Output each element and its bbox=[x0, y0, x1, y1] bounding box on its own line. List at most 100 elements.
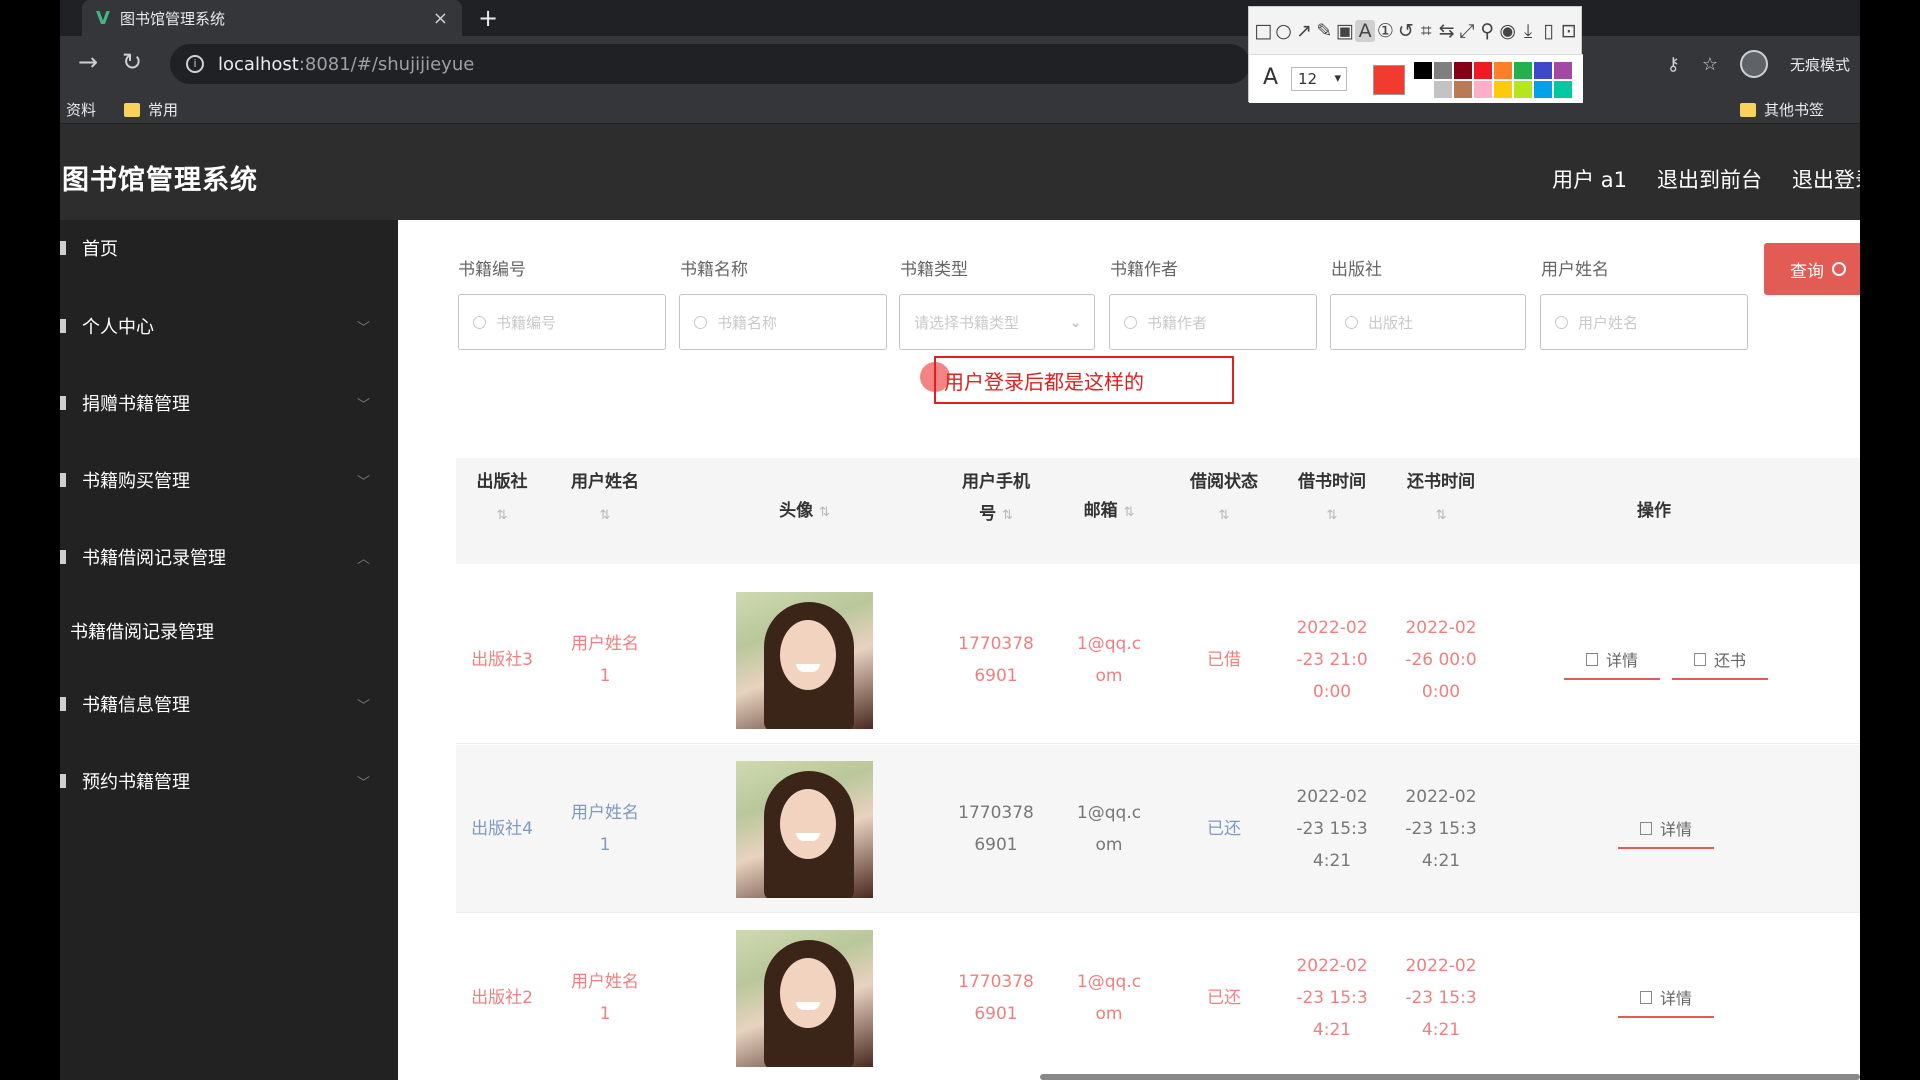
color-swatch[interactable] bbox=[1553, 80, 1573, 99]
color-swatch[interactable] bbox=[1493, 80, 1513, 99]
current-color-swatch[interactable] bbox=[1373, 65, 1405, 95]
col-header-username[interactable]: 用户姓名 ⇅ bbox=[550, 466, 660, 532]
sidebar-item-reservation[interactable]: 预约书籍管理 ﹀ bbox=[60, 753, 398, 809]
sidebar-item-book-info[interactable]: 书籍信息管理 ﹀ bbox=[60, 676, 398, 732]
logout-link[interactable]: 退出登录 bbox=[1792, 164, 1860, 194]
font-size-select[interactable]: 12 bbox=[1291, 67, 1347, 91]
username-input[interactable]: 用户姓名 bbox=[1540, 294, 1748, 350]
col-header-phone[interactable]: 用户手机 号 ⇅ bbox=[946, 466, 1046, 532]
record-icon[interactable]: ◉ bbox=[1498, 20, 1518, 42]
color-swatch[interactable] bbox=[1533, 80, 1553, 99]
book-name-input[interactable]: 书籍名称 bbox=[679, 294, 887, 350]
col-header-label: 用户手机 bbox=[962, 472, 1030, 492]
book-no-input[interactable]: 书籍编号 bbox=[458, 294, 666, 350]
cell-text: 1@qq.c bbox=[1076, 803, 1142, 823]
detail-button[interactable]: 详情 bbox=[1564, 640, 1660, 680]
ellipse-tool-icon[interactable]: ○ bbox=[1273, 20, 1293, 42]
sort-icon[interactable]: ⇅ bbox=[1002, 500, 1013, 532]
col-header-borrow-time[interactable]: 借书时间 ⇅ bbox=[1282, 466, 1382, 532]
fullscreen-icon[interactable]: ⤢ bbox=[1457, 20, 1477, 42]
url-host: localhost bbox=[218, 53, 299, 75]
forward-icon[interactable]: → bbox=[78, 48, 98, 76]
number-tool-icon[interactable]: ① bbox=[1375, 20, 1395, 42]
color-swatch[interactable] bbox=[1453, 80, 1473, 99]
color-swatch[interactable] bbox=[1433, 80, 1453, 99]
sort-icon[interactable]: ⇅ bbox=[1436, 500, 1447, 532]
star-icon[interactable]: ☆ bbox=[1702, 54, 1718, 75]
color-swatch[interactable] bbox=[1553, 61, 1573, 80]
color-swatch[interactable] bbox=[1413, 80, 1433, 99]
publisher-input[interactable]: 出版社 bbox=[1330, 294, 1526, 350]
query-button[interactable]: 查询 bbox=[1764, 243, 1860, 295]
url-field[interactable]: i localhost :8081/#/shujijieyue bbox=[170, 44, 1250, 84]
mosaic-tool-icon[interactable]: ▣ bbox=[1335, 20, 1355, 42]
col-header-avatar[interactable]: 头像 ⇅ bbox=[736, 495, 873, 529]
undo-icon[interactable]: ↺ bbox=[1396, 20, 1416, 42]
bookmark-icon[interactable]: ⊡ bbox=[1559, 20, 1579, 42]
back-to-frontend-link[interactable]: 退出到前台 bbox=[1657, 164, 1762, 194]
annotation-text-box[interactable]: 用户登录后都是这样的 bbox=[934, 356, 1234, 404]
other-bookmarks-folder[interactable]: 其他书签 bbox=[1740, 99, 1824, 120]
detail-button[interactable]: 详情 bbox=[1618, 978, 1714, 1018]
sidebar-item-donation[interactable]: 捐赠书籍管理 ﹀ bbox=[60, 375, 398, 431]
sort-icon[interactable]: ⇅ bbox=[1219, 500, 1230, 532]
key-icon[interactable]: ⚷ bbox=[1667, 54, 1680, 75]
browser-tab[interactable]: V 图书馆管理系统 × bbox=[82, 0, 462, 36]
bookmark-item[interactable]: 资料 bbox=[66, 99, 96, 120]
col-header-status[interactable]: 借阅状态 ⇅ bbox=[1174, 466, 1274, 532]
reload-icon[interactable]: ↻ bbox=[122, 48, 142, 76]
translate-icon[interactable]: ⇆ bbox=[1436, 20, 1456, 42]
incognito-avatar-icon[interactable] bbox=[1739, 50, 1768, 78]
text-tool-icon[interactable]: A bbox=[1354, 19, 1376, 42]
book-type-select[interactable]: 请选择书籍类型 ⌄ bbox=[899, 294, 1095, 350]
color-swatch[interactable] bbox=[1473, 61, 1493, 80]
download-icon[interactable]: ⤓ bbox=[1518, 20, 1538, 42]
sidebar-item-borrow-records[interactable]: 书籍借阅记录管理 ︿ bbox=[60, 529, 398, 585]
color-swatch[interactable] bbox=[1513, 61, 1533, 80]
bookmarks-bar: 资料 常用 其他书签 bbox=[60, 94, 1860, 124]
chevron-down-icon: ⌄ bbox=[1069, 313, 1082, 331]
avatar-face bbox=[780, 620, 836, 690]
return-book-button[interactable]: 还书 bbox=[1672, 640, 1768, 680]
horizontal-scrollbar[interactable] bbox=[1040, 1074, 1860, 1080]
col-header-return-time[interactable]: 还书时间 ⇅ bbox=[1391, 466, 1491, 532]
arrow-tool-icon[interactable]: ↗ bbox=[1294, 20, 1314, 42]
app-title: 图书馆管理系统 bbox=[62, 165, 258, 196]
search-icon bbox=[694, 315, 707, 329]
sidebar-item-purchase[interactable]: 书籍购买管理 ﹀ bbox=[60, 452, 398, 508]
detail-button-label: 详情 bbox=[1605, 651, 1638, 670]
delete-icon bbox=[1693, 652, 1706, 666]
sidebar-item-profile[interactable]: 个人中心 ﹀ bbox=[60, 298, 398, 354]
col-header-label: 用户姓名 bbox=[571, 472, 639, 492]
col-header-email[interactable]: 邮箱 ⇅ bbox=[1054, 495, 1164, 529]
color-swatch[interactable] bbox=[1473, 80, 1493, 99]
site-info-icon[interactable]: i bbox=[186, 55, 204, 73]
sort-icon[interactable]: ⇅ bbox=[1327, 500, 1338, 532]
color-swatch[interactable] bbox=[1533, 61, 1553, 80]
color-swatch[interactable] bbox=[1513, 80, 1533, 99]
color-swatch[interactable] bbox=[1493, 61, 1513, 80]
cell-phone: 1770378 6901 bbox=[946, 797, 1046, 861]
bookmark-folder[interactable]: 常用 bbox=[124, 99, 178, 120]
sort-icon[interactable]: ⇅ bbox=[819, 497, 830, 529]
crop-icon[interactable]: ⌗ bbox=[1416, 20, 1436, 42]
copy-icon[interactable]: ▯ bbox=[1538, 20, 1558, 42]
sort-icon[interactable]: ⇅ bbox=[600, 500, 611, 532]
sidebar-item-home[interactable]: 首页 bbox=[60, 220, 398, 276]
color-swatch[interactable] bbox=[1433, 61, 1453, 80]
rectangle-tool-icon[interactable]: □ bbox=[1253, 20, 1273, 42]
cell-text: 1770378 bbox=[958, 803, 1034, 823]
sort-icon[interactable]: ⇅ bbox=[497, 500, 508, 532]
new-tab-button[interactable]: + bbox=[478, 4, 498, 32]
sidebar-subitem-borrow-records[interactable]: 书籍借阅记录管理 bbox=[70, 603, 398, 659]
col-header-publisher[interactable]: 出版社 ⇅ bbox=[456, 466, 548, 532]
author-input[interactable]: 书籍作者 bbox=[1109, 294, 1317, 350]
header-links: 用户 a1 退出到前台 退出登录 bbox=[1552, 164, 1860, 194]
color-swatch[interactable] bbox=[1453, 61, 1473, 80]
sort-icon[interactable]: ⇅ bbox=[1124, 497, 1135, 529]
pen-tool-icon[interactable]: ✎ bbox=[1314, 20, 1334, 42]
tab-close-icon[interactable]: × bbox=[433, 8, 448, 29]
pin-icon[interactable]: ⚲ bbox=[1477, 20, 1497, 42]
detail-button[interactable]: 详情 bbox=[1618, 809, 1714, 849]
color-swatch[interactable] bbox=[1413, 61, 1433, 80]
